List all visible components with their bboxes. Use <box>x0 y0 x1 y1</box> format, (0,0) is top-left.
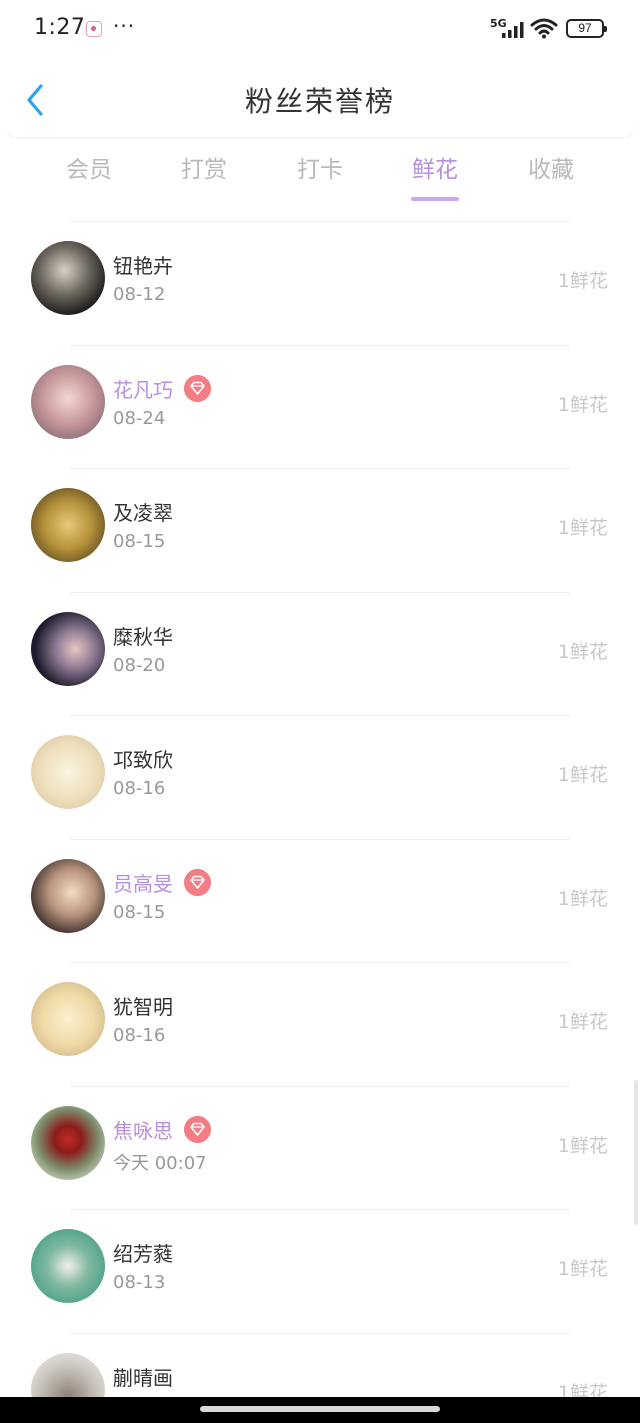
page-title: 粉丝荣誉榜 <box>244 85 395 118</box>
notification-app-icon <box>86 21 102 37</box>
wifi-icon <box>530 18 558 39</box>
flower-count: 1鲜花 <box>557 393 608 416</box>
fan-name: 花凡巧 <box>113 377 173 402</box>
avatar[interactable] <box>31 982 105 1056</box>
avatar[interactable] <box>31 735 105 809</box>
home-indicator[interactable] <box>200 1406 440 1412</box>
tab-flowers[interactable]: 鲜花 <box>390 148 480 202</box>
header: 粉丝荣誉榜 <box>0 58 640 138</box>
list-item[interactable]: 邛致欣 08-16 1鲜花 <box>0 716 640 840</box>
fan-name: 焦咏思 <box>113 1118 173 1143</box>
flower-count: 1鲜花 <box>557 887 608 910</box>
avatar[interactable] <box>31 1229 105 1303</box>
flower-count: 1鲜花 <box>557 270 608 292</box>
fan-date: 08-15 <box>113 901 166 923</box>
tab-favorites[interactable]: 收藏 <box>506 148 596 202</box>
fan-date: 08-15 <box>113 531 166 552</box>
fan-date: 08-20 <box>113 654 166 676</box>
flower-count: 1鲜花 <box>557 764 608 786</box>
fan-date: 08-16 <box>113 1025 166 1046</box>
avatar[interactable] <box>31 488 105 562</box>
avatar[interactable] <box>31 858 105 933</box>
avatar[interactable] <box>31 364 105 439</box>
flower-count: 1鲜花 <box>557 1011 608 1033</box>
flower-count: 1鲜花 <box>557 1134 608 1157</box>
list-item[interactable]: 钮艳卉 08-12 1鲜花 <box>0 222 640 346</box>
fan-list: 钮艳卉 08-12 1鲜花 花凡巧 08-24 1鲜花 及凌翠 08-15 1鲜… <box>0 222 640 1423</box>
tab-rewards[interactable]: 打赏 <box>159 148 249 202</box>
list-item[interactable]: 糜秋华 08-20 1鲜花 <box>0 593 640 716</box>
list-item[interactable]: 犹智明 08-16 1鲜花 <box>0 963 640 1087</box>
more-notifications-icon: ··· <box>113 14 136 38</box>
fan-name: 钮艳卉 <box>113 254 173 278</box>
fan-name: 及凌翠 <box>113 501 173 525</box>
fan-name: 员高旻 <box>113 871 173 896</box>
avatar[interactable] <box>31 611 105 686</box>
scrollbar[interactable] <box>634 1080 638 1225</box>
flower-count: 1鲜花 <box>557 1258 608 1280</box>
fan-name: 糜秋华 <box>113 624 173 649</box>
fan-name: 绍芳蕤 <box>113 1242 173 1266</box>
active-tab-indicator <box>411 197 459 201</box>
vip-diamond-icon <box>184 374 211 402</box>
vip-diamond-icon <box>184 868 211 896</box>
signal-icon <box>502 22 524 38</box>
list-item[interactable]: 员高旻 08-15 1鲜花 <box>0 840 640 963</box>
vip-diamond-icon <box>184 1115 211 1143</box>
tab-bar: 会员 打赏 打卡 鲜花 收藏 <box>0 148 640 208</box>
flower-count: 1鲜花 <box>557 517 608 539</box>
fan-date: 08-16 <box>113 778 166 799</box>
system-navigation-bar <box>0 1397 640 1423</box>
list-item[interactable]: 花凡巧 08-24 1鲜花 <box>0 346 640 469</box>
status-time: 1:27 <box>34 15 86 40</box>
list-item[interactable]: 绍芳蕤 08-13 1鲜花 <box>0 1210 640 1334</box>
list-item[interactable]: 及凌翠 08-15 1鲜花 <box>0 469 640 593</box>
tab-checkin[interactable]: 打卡 <box>275 148 365 202</box>
avatar[interactable] <box>31 241 105 315</box>
avatar[interactable] <box>31 1105 105 1180</box>
fan-date: 今天 00:07 <box>113 1152 207 1174</box>
tab-members[interactable]: 会员 <box>44 148 134 202</box>
status-bar: 1:27 ··· 5G 97 <box>0 0 640 58</box>
fan-name: 邛致欣 <box>113 748 173 772</box>
fan-name: 犹智明 <box>113 995 173 1019</box>
battery-indicator: 97 <box>566 19 607 38</box>
fan-date: 08-12 <box>113 284 166 305</box>
fan-name: 蒯晴画 <box>113 1365 173 1390</box>
fan-date: 08-24 <box>113 407 166 429</box>
list-item[interactable]: 焦咏思 今天 00:07 1鲜花 <box>0 1087 640 1210</box>
fan-date: 08-13 <box>113 1272 166 1293</box>
flower-count: 1鲜花 <box>557 640 608 663</box>
